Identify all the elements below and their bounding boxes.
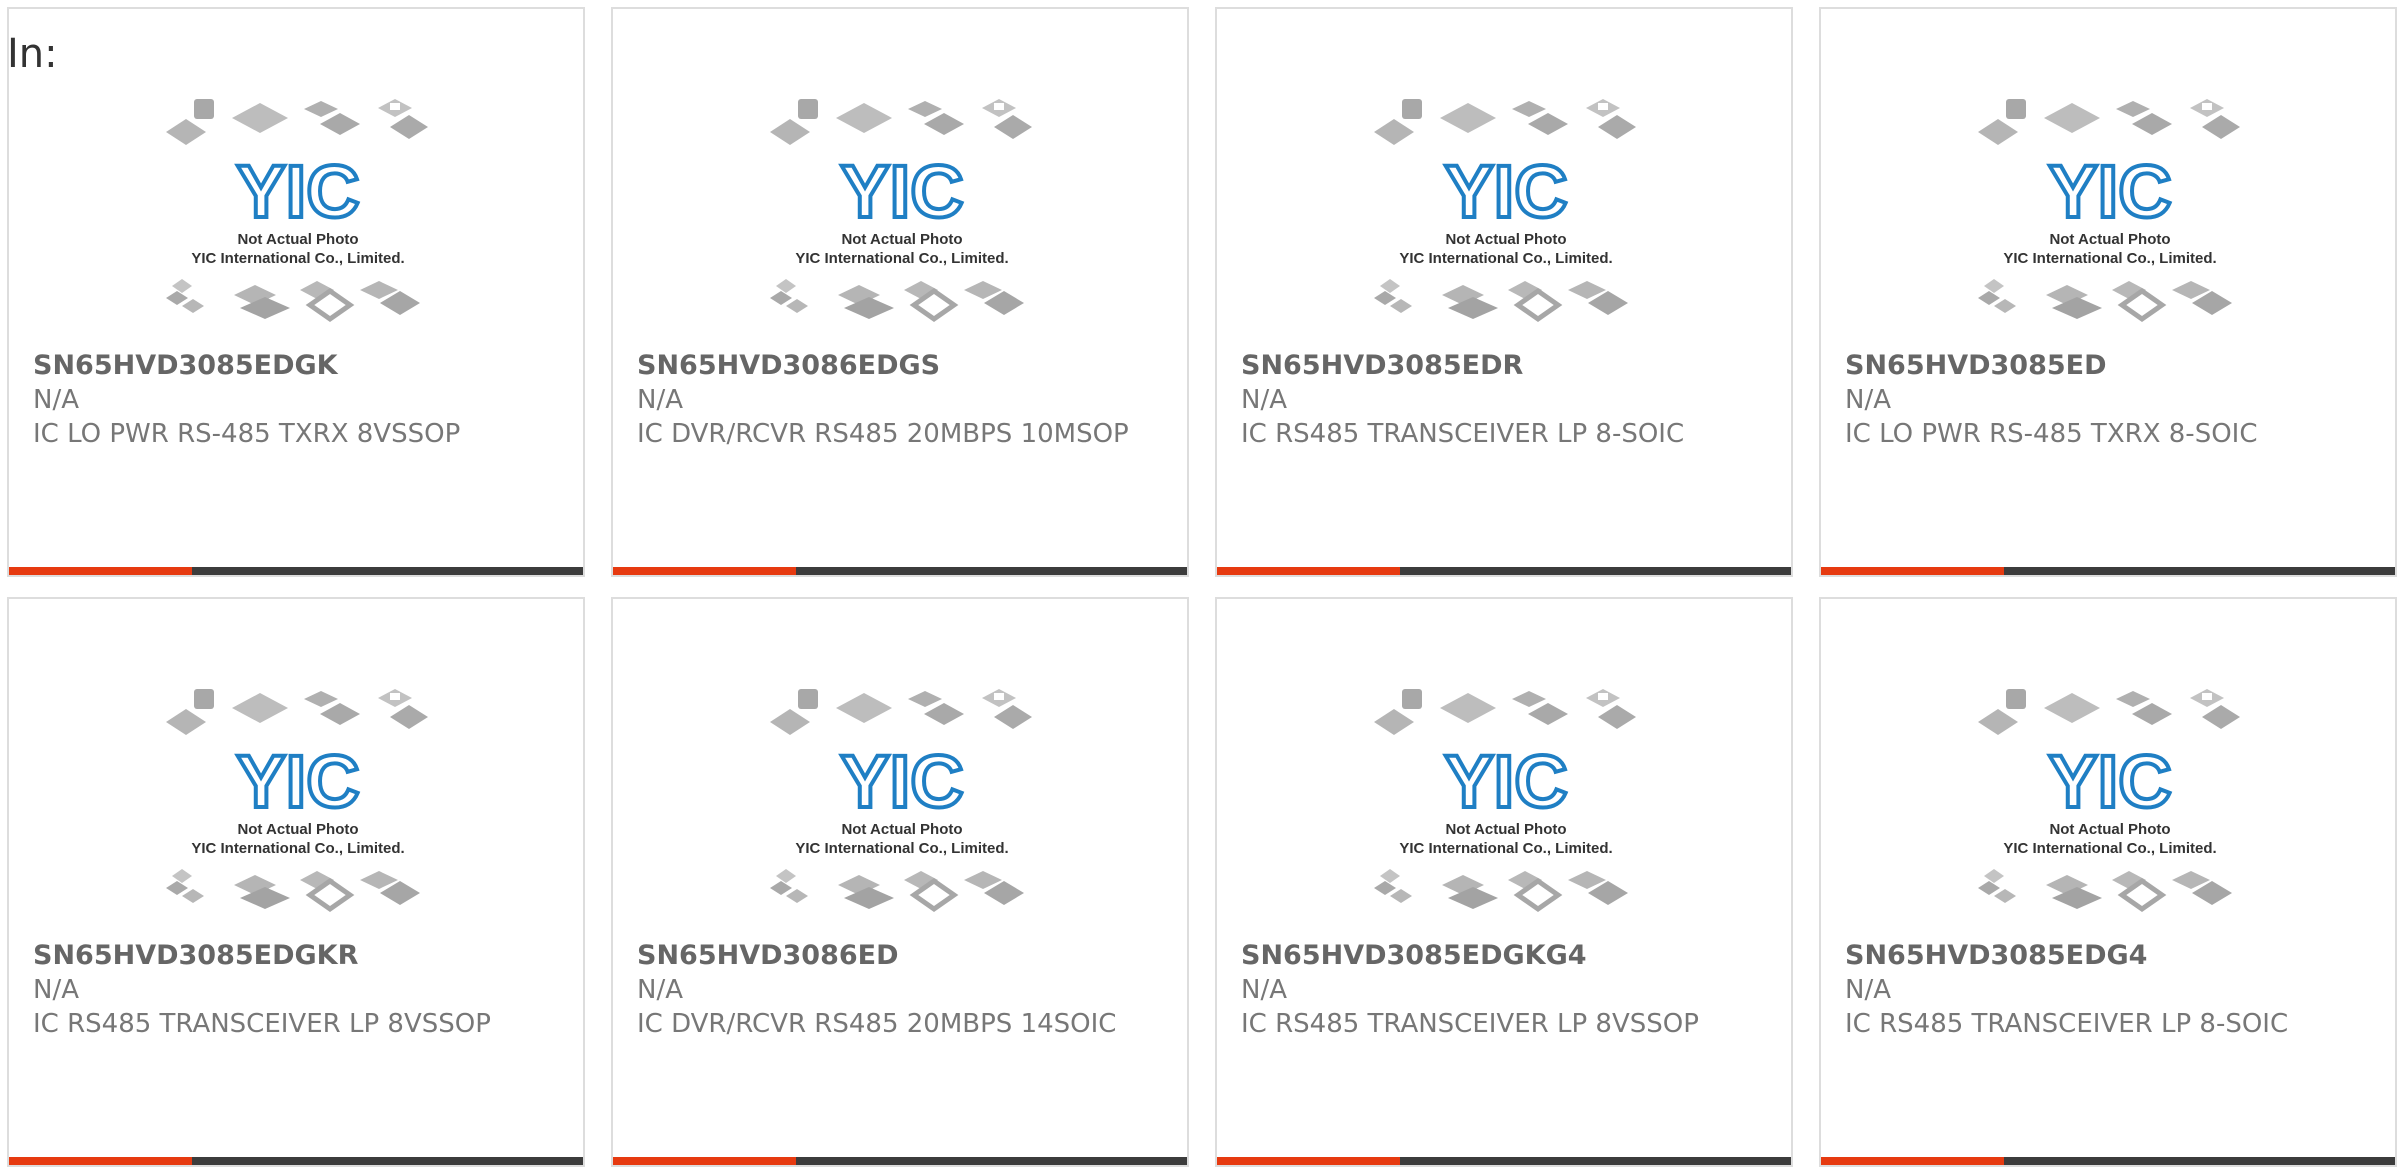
- card-bottom-bar: [613, 567, 1187, 575]
- svg-text:YIC International Co., Limited: YIC International Co., Limited.: [795, 840, 1008, 857]
- card-accent-bar: [1821, 1157, 2004, 1165]
- card-bottom-bar: [1217, 567, 1791, 575]
- card-accent-bar: [9, 1157, 192, 1165]
- not-actual-photo-image[interactable]: YIC Not Actual Photo YIC International C…: [164, 687, 432, 927]
- card-accent-bar: [1821, 567, 2004, 575]
- product-card[interactable]: YIC Not Actual Photo YIC International C…: [1215, 597, 1793, 1167]
- product-card[interactable]: YIC Not Actual Photo YIC International C…: [1215, 7, 1793, 577]
- part-number-link[interactable]: SN65HVD3086ED: [637, 939, 1137, 973]
- card-accent-bar: [613, 1157, 796, 1165]
- svg-text:YIC: YIC: [236, 740, 359, 823]
- product-card[interactable]: YIC Not Actual Photo YIC International C…: [611, 7, 1189, 577]
- svg-text:Not Actual Photo: Not Actual Photo: [841, 231, 962, 248]
- description: IC RS485 TRANSCEIVER LP 8VSSOP: [33, 1009, 491, 1039]
- part-number-link[interactable]: SN65HVD3085ED: [1845, 349, 2345, 383]
- not-actual-photo-image[interactable]: YIC Not Actual Photo YIC International C…: [1976, 97, 2244, 337]
- manufacturer: N/A: [1241, 975, 1287, 1005]
- card-bottom-bar: [1821, 567, 2395, 575]
- manufacturer: N/A: [637, 975, 683, 1005]
- manufacturer: N/A: [1845, 385, 1891, 415]
- svg-text:YIC International Co., Limited: YIC International Co., Limited.: [2003, 250, 2216, 267]
- svg-text:YIC: YIC: [1444, 740, 1567, 823]
- part-number-link[interactable]: SN65HVD3085EDGKR: [33, 939, 533, 973]
- description: IC RS485 TRANSCEIVER LP 8VSSOP: [1241, 1009, 1699, 1039]
- part-number-link[interactable]: SN65HVD3085EDG4: [1845, 939, 2345, 973]
- not-actual-photo-image[interactable]: YIC Not Actual Photo YIC International C…: [1372, 687, 1640, 927]
- card-accent-bar: [1217, 567, 1400, 575]
- manufacturer: N/A: [33, 385, 79, 415]
- svg-text:YIC: YIC: [840, 740, 963, 823]
- card-accent-bar: [9, 567, 192, 575]
- manufacturer: N/A: [1845, 975, 1891, 1005]
- card-bottom-bar: [613, 1157, 1187, 1165]
- card-bottom-bar: [9, 1157, 583, 1165]
- card-bottom-bar: [9, 567, 583, 575]
- svg-text:YIC International Co., Limited: YIC International Co., Limited.: [2003, 840, 2216, 857]
- svg-text:Not Actual Photo: Not Actual Photo: [841, 821, 962, 838]
- product-card[interactable]: YIC Not Actual Photo YIC International C…: [7, 7, 585, 577]
- card-bottom-bar: [1217, 1157, 1791, 1165]
- svg-text:YIC International Co., Limited: YIC International Co., Limited.: [191, 840, 404, 857]
- description: IC DVR/RCVR RS485 20MBPS 10MSOP: [637, 419, 1129, 449]
- description: IC LO PWR RS-485 TXRX 8-SOIC: [1845, 419, 2258, 449]
- not-actual-photo-image[interactable]: YIC Not Actual Photo YIC International C…: [768, 687, 1036, 927]
- part-number-link[interactable]: SN65HVD3086EDGS: [637, 349, 1137, 383]
- svg-text:YIC International Co., Limited: YIC International Co., Limited.: [191, 250, 404, 267]
- card-accent-bar: [1217, 1157, 1400, 1165]
- description: IC LO PWR RS-485 TXRX 8VSSOP: [33, 419, 461, 449]
- svg-text:YIC: YIC: [2048, 150, 2171, 233]
- svg-text:Not Actual Photo: Not Actual Photo: [237, 231, 358, 248]
- svg-text:Not Actual Photo: Not Actual Photo: [1445, 231, 1566, 248]
- manufacturer: N/A: [637, 385, 683, 415]
- description: IC RS485 TRANSCEIVER LP 8-SOIC: [1241, 419, 1685, 449]
- in-label: In:: [7, 31, 58, 77]
- svg-text:YIC International Co., Limited: YIC International Co., Limited.: [1399, 250, 1612, 267]
- manufacturer: N/A: [33, 975, 79, 1005]
- manufacturer: N/A: [1241, 385, 1287, 415]
- svg-text:Not Actual Photo: Not Actual Photo: [237, 821, 358, 838]
- not-actual-photo-image[interactable]: YIC Not Actual Photo YIC International C…: [768, 97, 1036, 337]
- card-bottom-bar: [1821, 1157, 2395, 1165]
- description: IC DVR/RCVR RS485 20MBPS 14SOIC: [637, 1009, 1117, 1039]
- svg-text:YIC International Co., Limited: YIC International Co., Limited.: [795, 250, 1008, 267]
- card-accent-bar: [613, 567, 796, 575]
- svg-text:YIC International Co., Limited: YIC International Co., Limited.: [1399, 840, 1612, 857]
- product-grid: YIC Not Actual Photo YIC International C…: [7, 7, 2404, 1167]
- product-card[interactable]: YIC Not Actual Photo YIC International C…: [611, 597, 1189, 1167]
- svg-text:Not Actual Photo: Not Actual Photo: [2049, 231, 2170, 248]
- svg-text:YIC: YIC: [1444, 150, 1567, 233]
- product-card[interactable]: YIC Not Actual Photo YIC International C…: [1819, 7, 2397, 577]
- not-actual-photo-image[interactable]: YIC Not Actual Photo YIC International C…: [1976, 687, 2244, 927]
- svg-text:YIC: YIC: [2048, 740, 2171, 823]
- svg-text:YIC: YIC: [840, 150, 963, 233]
- product-card[interactable]: YIC Not Actual Photo YIC International C…: [7, 597, 585, 1167]
- part-number-link[interactable]: SN65HVD3085EDR: [1241, 349, 1741, 383]
- not-actual-photo-image[interactable]: YIC Not Actual Photo YIC International C…: [164, 97, 432, 337]
- svg-text:Not Actual Photo: Not Actual Photo: [2049, 821, 2170, 838]
- part-number-link[interactable]: SN65HVD3085EDGK: [33, 349, 533, 383]
- description: IC RS485 TRANSCEIVER LP 8-SOIC: [1845, 1009, 2289, 1039]
- product-card[interactable]: YIC Not Actual Photo YIC International C…: [1819, 597, 2397, 1167]
- svg-text:Not Actual Photo: Not Actual Photo: [1445, 821, 1566, 838]
- not-actual-photo-image[interactable]: YIC Not Actual Photo YIC International C…: [1372, 97, 1640, 337]
- svg-text:YIC: YIC: [236, 150, 359, 233]
- part-number-link[interactable]: SN65HVD3085EDGKG4: [1241, 939, 1741, 973]
